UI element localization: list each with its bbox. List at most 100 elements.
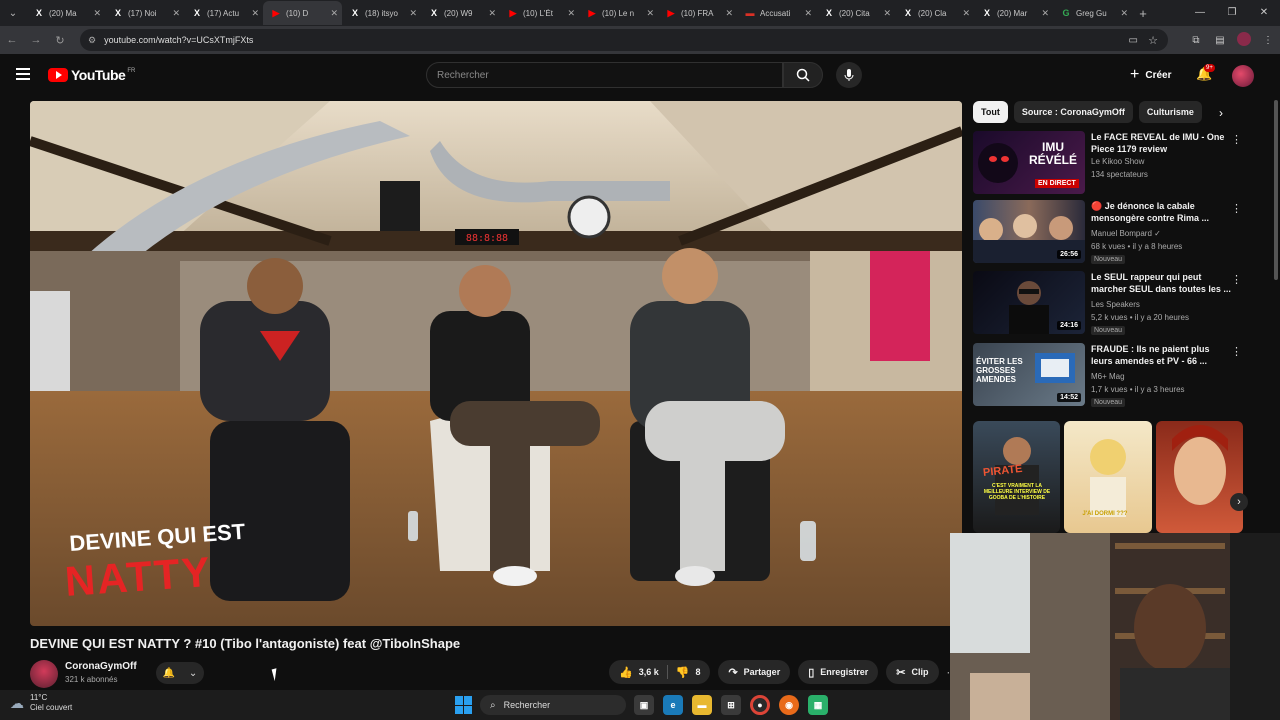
tab-title: (20) Cla — [918, 8, 947, 18]
more-vert-icon[interactable]: ⋮ — [1231, 202, 1242, 215]
like-icon[interactable]: 👍 — [619, 666, 633, 679]
close-tab-icon[interactable]: ✕ — [646, 8, 654, 19]
minimize-icon[interactable]: — — [1184, 0, 1216, 24]
share-button[interactable]: ↷ Partager — [718, 660, 791, 684]
browser-tab[interactable]: X (17) Noi ✕ — [105, 1, 184, 25]
browser-tab[interactable]: X (20) Cita ✕ — [816, 1, 895, 25]
close-tab-icon[interactable]: ✕ — [93, 8, 101, 19]
voice-search-button[interactable] — [836, 62, 862, 88]
search-button[interactable] — [783, 62, 823, 88]
save-button[interactable]: ▯ Enregistrer — [798, 660, 879, 684]
close-tab-icon[interactable]: ✕ — [409, 8, 417, 19]
video-title: DEVINE QUI EST NATTY ? #10 (Tibo l'antag… — [30, 636, 461, 651]
taskbar-search[interactable]: ⌕ Rechercher — [480, 695, 626, 715]
close-tab-icon[interactable]: ✕ — [330, 8, 338, 19]
close-tab-icon[interactable]: ✕ — [172, 8, 180, 19]
chip-bodybuilding[interactable]: Culturisme — [1138, 101, 1202, 123]
browser-tab[interactable]: X (20) W9 ✕ — [421, 1, 500, 25]
close-tab-icon[interactable]: ✕ — [804, 8, 812, 19]
chevron-right-icon[interactable]: › — [1219, 106, 1223, 120]
address-bar-row: ← → ↻ ⚙ youtube.com/watch?v=UCsXTmjFXts … — [0, 26, 1280, 54]
tab-search-icon[interactable]: ⌄ — [0, 0, 26, 26]
weather-widget[interactable]: ☁ 11°C Ciel couvert — [10, 693, 72, 713]
forward-icon[interactable]: → — [24, 34, 48, 46]
extension-icon[interactable]: ⧉ — [1184, 35, 1208, 46]
cast-icon[interactable]: ▭ — [1129, 35, 1138, 46]
account-avatar[interactable] — [1232, 65, 1254, 87]
create-button[interactable]: + Créer — [1130, 63, 1171, 87]
browser-tab[interactable]: ▶ (10) L'Ét ✕ — [500, 1, 579, 25]
more-vert-icon[interactable]: ⋮ — [1231, 273, 1242, 286]
like-count[interactable]: 3,6 k — [639, 667, 659, 677]
more-vert-icon[interactable]: ⋮ — [1231, 345, 1242, 358]
close-tab-icon[interactable]: ✕ — [883, 8, 891, 19]
close-tab-icon[interactable]: ✕ — [1120, 8, 1128, 19]
browser-tab[interactable]: X (20) Cla ✕ — [895, 1, 974, 25]
page-scrollbar[interactable] — [1272, 96, 1280, 720]
file-explorer-icon[interactable]: ▬ — [692, 695, 712, 715]
dislike-icon[interactable]: 👎 — [676, 666, 690, 679]
recommendation-item[interactable]: 24:16 Le SEUL rappeur qui peut marcher S… — [973, 271, 1253, 335]
windows-start-icon[interactable] — [455, 696, 473, 714]
browser-tab[interactable]: ▶ (10) D ✕ — [263, 1, 342, 25]
task-view-icon[interactable]: ▣ — [634, 695, 654, 715]
dislike-count[interactable]: 8 — [695, 667, 700, 677]
shorts-next-icon[interactable]: › — [1230, 493, 1248, 511]
browser-tab[interactable]: X (18) itsyo ✕ — [342, 1, 421, 25]
recommendation-item[interactable]: ÉVITER LES GROSSES AMENDES 14:52 FRAUDE … — [973, 343, 1253, 407]
close-tab-icon[interactable]: ✕ — [567, 8, 575, 19]
browser-tab[interactable]: X (17) Actu ✕ — [184, 1, 263, 25]
chip-source[interactable]: Source : CoronaGymOff — [1013, 101, 1133, 123]
windows-taskbar: ☁ 11°C Ciel couvert ⌕ Rechercher ▣ e ▬ ⊞ … — [0, 690, 950, 720]
browser-tab[interactable]: ▬ Accusati ✕ — [737, 1, 816, 25]
browser-tab[interactable]: X (20) Mar ✕ — [974, 1, 1053, 25]
video-player[interactable]: 88:8:88 DEVINE QUI EST NATTY — [30, 101, 962, 626]
url-field[interactable]: ⚙ youtube.com/watch?v=UCsXTmjFXts ▭ ☆ — [80, 29, 1168, 51]
menu-icon[interactable] — [16, 68, 30, 83]
url-text: youtube.com/watch?v=UCsXTmjFXts — [104, 35, 254, 45]
close-tab-icon[interactable]: ✕ — [725, 8, 733, 19]
tab-title: Greg Gu — [1076, 8, 1107, 18]
youtube-icon: ▶ — [667, 7, 675, 18]
back-icon[interactable]: ← — [0, 34, 24, 46]
tab-title: (10) Le n — [602, 8, 635, 18]
youtube-logo[interactable]: YouTube FR — [48, 67, 135, 83]
recommendation-item[interactable]: IMU RÉVÉLÉ EN DIRECT Le FACE REVEAL de I… — [973, 131, 1253, 195]
store-icon[interactable]: ⊞ — [721, 695, 741, 715]
channel-name[interactable]: CoronaGymOff — [65, 661, 137, 672]
browser-menu-icon[interactable]: ⋮ — [1256, 35, 1280, 46]
more-vert-icon[interactable]: ⋮ — [1231, 133, 1242, 146]
short-item[interactable]: J'AI DORMI ??? — [1064, 421, 1152, 533]
shorts-shelf: PIRATE C'EST VRAIMENT LA MEILLEURE INTER… — [973, 421, 1243, 533]
subscribed-button[interactable]: 🔔 ⌄ — [156, 662, 204, 684]
edge-icon[interactable]: e — [663, 695, 683, 715]
app-green-icon[interactable]: ▦ — [808, 695, 828, 715]
search-input[interactable]: Rechercher — [426, 62, 783, 88]
new-tab-button[interactable]: + — [1132, 6, 1154, 21]
close-tab-icon[interactable]: ✕ — [1041, 8, 1049, 19]
tab-search-icon-2[interactable]: ▤ — [1208, 35, 1232, 46]
browser-tab[interactable]: G Greg Gu ✕ — [1053, 1, 1132, 25]
short-item[interactable]: PIRATE C'EST VRAIMENT LA MEILLEURE INTER… — [973, 421, 1061, 533]
x-icon: X — [193, 8, 200, 18]
short-item[interactable] — [1155, 421, 1243, 533]
reload-icon[interactable]: ↻ — [48, 34, 72, 47]
clip-button[interactable]: ✂ Clip — [886, 660, 939, 684]
browser-tab[interactable]: ▶ (10) FRA ✕ — [658, 1, 737, 25]
channel-avatar[interactable] — [30, 660, 58, 688]
close-window-icon[interactable]: ✕ — [1248, 0, 1280, 24]
chrome-icon[interactable]: ● — [750, 695, 770, 715]
chip-all[interactable]: Tout — [973, 101, 1008, 123]
search-placeholder: Rechercher — [437, 69, 489, 81]
browser-tab[interactable]: X (20) Ma ✕ — [26, 1, 105, 25]
site-info-icon[interactable]: ⚙ — [88, 35, 96, 46]
bookmark-star-icon[interactable]: ☆ — [1148, 34, 1158, 47]
close-tab-icon[interactable]: ✕ — [251, 8, 259, 19]
profile-icon[interactable] — [1232, 31, 1256, 49]
browser-tab[interactable]: ▶ (10) Le n ✕ — [579, 1, 658, 25]
maximize-icon[interactable]: ❐ — [1216, 0, 1248, 24]
close-tab-icon[interactable]: ✕ — [962, 8, 970, 19]
close-tab-icon[interactable]: ✕ — [488, 8, 496, 19]
firefox-icon[interactable]: ◉ — [779, 695, 799, 715]
recommendation-item[interactable]: 26:56 🔴 Je dénonce la cabale mensongère … — [973, 200, 1253, 264]
